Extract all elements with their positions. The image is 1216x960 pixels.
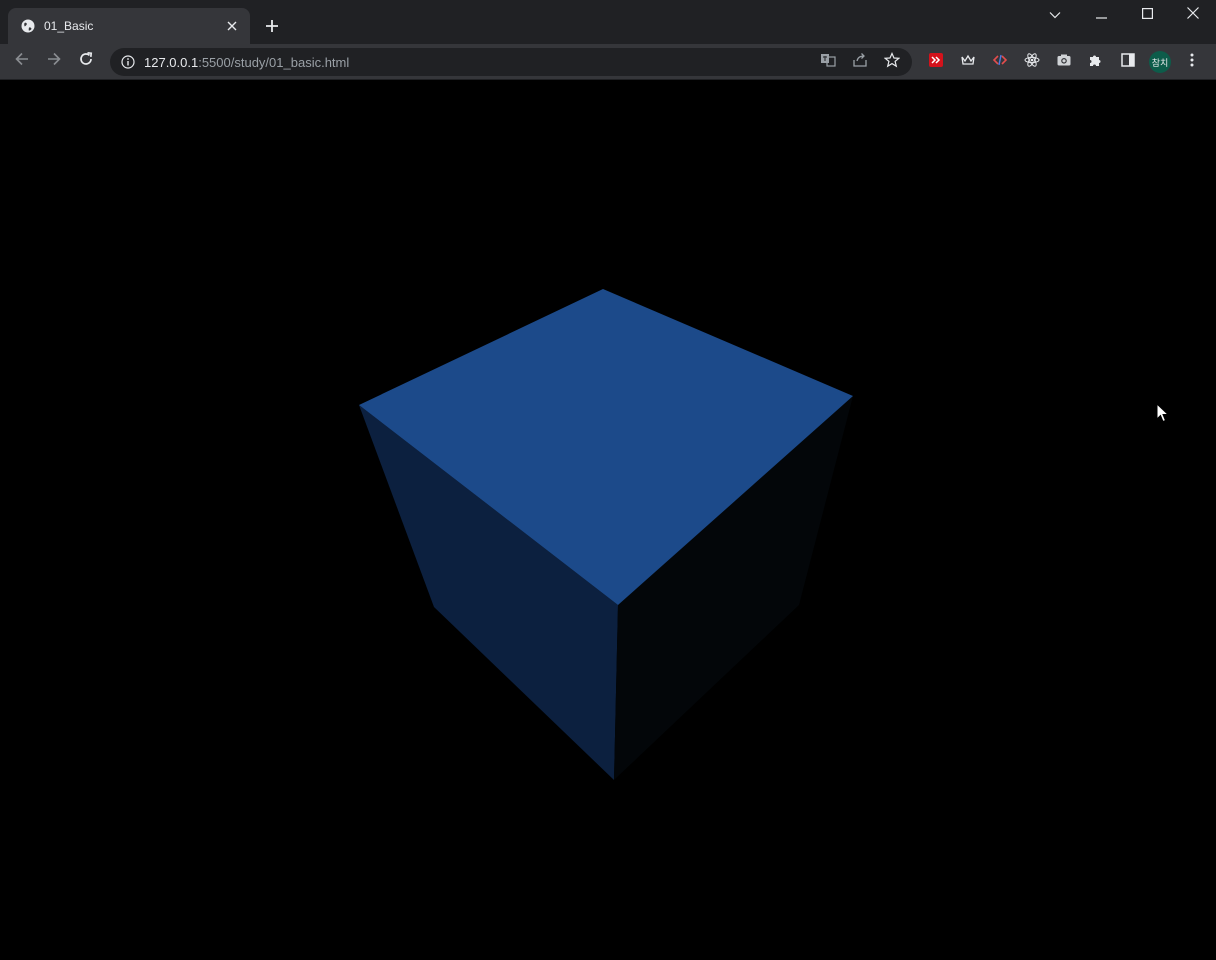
minimize-button[interactable] bbox=[1078, 0, 1124, 30]
forward-button[interactable] bbox=[38, 46, 70, 78]
side-panel-button[interactable] bbox=[1112, 46, 1144, 78]
tab-01-basic[interactable]: 01_Basic bbox=[8, 8, 250, 44]
url-text[interactable]: 127.0.0.1:5500/study/01_basic.html bbox=[144, 55, 812, 70]
toolbar: 127.0.0.1:5500/study/01_basic.html 참치 bbox=[0, 44, 1216, 80]
bookmark-button[interactable] bbox=[876, 49, 908, 75]
tab-strip: 01_Basic bbox=[0, 0, 1216, 44]
maximize-button[interactable] bbox=[1124, 0, 1170, 30]
url-path: :5500/study/01_basic.html bbox=[198, 54, 350, 70]
side-panel-icon bbox=[1120, 52, 1136, 73]
arrow-left-icon bbox=[14, 51, 30, 72]
share-icon bbox=[852, 52, 868, 73]
reload-icon bbox=[78, 51, 94, 72]
reload-button[interactable] bbox=[70, 46, 102, 78]
page-viewport[interactable] bbox=[0, 80, 1216, 960]
puzzle-icon bbox=[1088, 52, 1104, 73]
profile-button[interactable]: 참치 bbox=[1144, 46, 1176, 78]
address-bar-actions bbox=[812, 49, 908, 75]
extensions-button[interactable] bbox=[1080, 46, 1112, 78]
mouse-cursor-icon bbox=[1156, 403, 1170, 423]
extension-camera[interactable] bbox=[1048, 46, 1080, 78]
translate-icon bbox=[820, 52, 836, 73]
red-extension-icon bbox=[928, 52, 944, 73]
window-controls bbox=[1032, 0, 1216, 30]
react-extension-icon bbox=[1024, 52, 1040, 73]
menu-button[interactable] bbox=[1176, 46, 1208, 78]
info-icon[interactable] bbox=[120, 54, 136, 70]
arrow-right-icon bbox=[46, 51, 62, 72]
browser-window: 01_Basic 127.0.0.1:5500/study/01_basic.h… bbox=[0, 0, 1216, 960]
globe-icon bbox=[20, 18, 36, 34]
avatar: 참치 bbox=[1149, 51, 1171, 73]
close-button[interactable] bbox=[1170, 0, 1216, 30]
address-bar[interactable]: 127.0.0.1:5500/study/01_basic.html bbox=[110, 48, 912, 76]
extension-code[interactable] bbox=[984, 46, 1016, 78]
tab-search-button[interactable] bbox=[1032, 0, 1078, 30]
camera-extension-icon bbox=[1056, 52, 1072, 73]
webgl-canvas[interactable] bbox=[0, 80, 1216, 960]
extension-red[interactable] bbox=[920, 46, 952, 78]
url-host: 127.0.0.1 bbox=[144, 54, 199, 70]
share-button[interactable] bbox=[844, 49, 876, 75]
extension-crown[interactable] bbox=[952, 46, 984, 78]
code-extension-icon bbox=[992, 52, 1008, 73]
extension-react[interactable] bbox=[1016, 46, 1048, 78]
kebab-menu-icon bbox=[1190, 52, 1194, 73]
chevron-down-icon bbox=[1049, 6, 1061, 24]
new-tab-button[interactable] bbox=[258, 14, 286, 42]
tab-close-icon[interactable] bbox=[222, 16, 242, 36]
extensions-area: 참치 bbox=[920, 46, 1208, 78]
minimize-icon bbox=[1095, 6, 1107, 24]
tab-title: 01_Basic bbox=[44, 19, 94, 33]
maximize-icon bbox=[1141, 6, 1153, 24]
close-icon bbox=[1187, 6, 1199, 24]
plus-icon bbox=[265, 19, 279, 38]
crown-extension-icon bbox=[960, 52, 976, 73]
star-icon bbox=[883, 51, 901, 73]
translate-button[interactable] bbox=[812, 49, 844, 75]
back-button[interactable] bbox=[6, 46, 38, 78]
